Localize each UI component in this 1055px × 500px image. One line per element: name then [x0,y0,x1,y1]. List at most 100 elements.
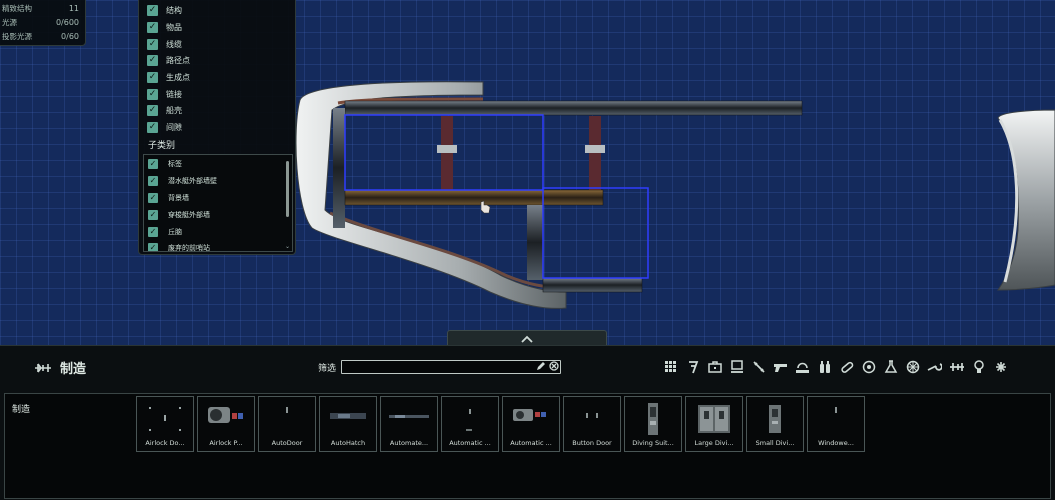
subcategory-list[interactable]: ✓ 标签 ✓ 潜水艇外部墙壁 ✓ 背景墙 ✓ 穿梭艇外部墙 ✓ 丘脑 ✓ 废弃的前哨站 ⌄ [143,154,293,252]
category-heading: 制造 [34,358,86,377]
floor-beam [344,189,604,206]
layer-toggle-links[interactable]: ✓ 链接 [147,86,182,102]
flask-icon[interactable] [882,358,899,375]
checkbox-icon[interactable]: ✓ [148,210,158,220]
entity-panel: 制造 筛选 制造 Airlock Do... Airlock P... Auto… [0,345,1055,500]
layer-toggle-structures[interactable]: ✓ 结构 [147,2,182,18]
automatic-pump-thumbnail [513,409,546,421]
clear-icon[interactable] [549,361,559,371]
wrench-icon[interactable] [926,358,943,375]
diving-helmet-icon[interactable] [794,358,811,375]
subcategory-toggle[interactable]: ✓ 废弃的前哨站 [148,240,210,251]
editor-viewport[interactable]: 精致结构 11 光源 0/600 投影光源 0/60 ✓ 结构 ✓ 物品 ✓ 线缆 ✓… [0,0,1055,345]
subcategory-toggle[interactable]: ✓ 背景墙 [148,190,189,206]
entity-tile-windowed[interactable]: Windowe... [807,396,865,452]
left-frame [333,108,345,228]
checkbox-icon[interactable]: ✓ [147,4,158,16]
subcategory-toggle[interactable]: ✓ 潜水艇外部墙壁 [148,173,217,189]
pillar-left-cap [437,145,457,153]
large-divider-thumbnail [698,405,730,433]
button-door-thumbnail [586,413,598,418]
windowed-thumbnail [835,407,837,413]
filter-tools [536,361,559,371]
checkbox-icon[interactable]: ✓ [147,121,158,133]
entity-list[interactable]: 制造 Airlock Do... Airlock P... AutoDoor A… [4,393,1051,499]
checkbox-icon[interactable]: ✓ [148,176,158,186]
syringe-icon[interactable] [750,358,767,375]
layer-toggle-gaps[interactable]: ✓ 间隙 [147,119,182,135]
layer-toggle-wires[interactable]: ✓ 线缆 [147,36,182,52]
gun-icon[interactable] [772,358,789,375]
hook-icon[interactable] [684,358,701,375]
automated-thumbnail [389,415,429,418]
airlock-door-thumbnail [149,407,181,431]
autodoor-thumbnail [286,407,288,413]
checkbox-icon[interactable]: ✓ [148,193,158,203]
entity-tile-automatic-2[interactable]: Automatic ... [502,396,560,452]
entity-tile-button-door[interactable]: Button Door [563,396,621,452]
fabricator-icon [35,363,51,372]
subcategory-toggle[interactable]: ✓ 丘脑 [148,224,182,240]
entity-tile-automatic-1[interactable]: Automatic ... [441,396,499,452]
category-filter-bar [662,358,1009,375]
automatic-thumbnail [466,409,472,431]
pillar-right-cap [585,145,605,153]
target-icon[interactable] [860,358,877,375]
checkbox-icon[interactable]: ✓ [147,104,158,116]
stat-row-structures: 精致结构 11 [2,4,79,13]
grid-icon[interactable] [662,358,679,375]
entity-tile-airlock-door[interactable]: Airlock Do... [136,396,194,452]
checkbox-icon[interactable]: ✓ [148,227,158,237]
stat-row-shadow-lights: 投影光源 0/60 [2,32,79,41]
layer-visibility-panel: ✓ 结构 ✓ 物品 ✓ 线缆 ✓ 路径点 ✓ 生成点 ✓ 链接 ✓ 船壳 ✓ 间隙 子类别 ✓ 标… [138,0,296,255]
subcategory-toggle[interactable]: ✓ 标签 [148,156,182,172]
subcategory-title: 子类别 [148,141,176,151]
fabricator-icon[interactable] [948,358,965,375]
subcategory-scrollbar[interactable] [286,161,289,217]
top-beam [344,100,803,116]
layer-toggle-hulls[interactable]: ✓ 船壳 [147,102,182,118]
filter-label: 筛选 [318,364,337,374]
capsule-icon[interactable] [838,358,855,375]
checkbox-icon[interactable]: ✓ [147,38,158,50]
entity-tile-large-divider[interactable]: Large Divi... [685,396,743,452]
diving-suit-locker-thumbnail [648,403,658,435]
star-icon[interactable] [992,358,1009,375]
checkbox-icon[interactable]: ✓ [147,21,158,33]
layer-toggle-items[interactable]: ✓ 物品 [147,19,182,35]
entity-tile-autohatch[interactable]: AutoHatch [319,396,377,452]
wheel-icon[interactable] [904,358,921,375]
layer-toggle-waypoints[interactable]: ✓ 路径点 [147,52,190,68]
airlock-pump-thumbnail [208,407,243,423]
checkbox-icon[interactable]: ✓ [148,243,158,251]
layer-toggle-spawnpoints[interactable]: ✓ 生成点 [147,69,190,85]
chevron-up-icon [521,335,533,343]
stats-panel: 精致结构 11 光源 0/600 投影光源 0/60 [0,0,86,46]
checkbox-icon[interactable]: ✓ [148,159,158,169]
checkbox-icon[interactable]: ✓ [147,54,158,66]
pencil-icon[interactable] [536,361,546,371]
lower-support [527,205,543,280]
checkbox-icon[interactable]: ✓ [147,71,158,83]
entity-list-label: 制造 [12,405,31,415]
entity-tile-small-divider[interactable]: Small Divi... [746,396,804,452]
category-title: 制造 [60,362,87,377]
bulb-icon[interactable] [970,358,987,375]
stat-row-lights: 光源 0/600 [2,18,79,27]
small-divider-thumbnail [769,405,781,433]
autohatch-thumbnail [330,413,366,419]
bottles-icon[interactable] [816,358,833,375]
entity-tile-automated-1[interactable]: Automate... [380,396,438,452]
entity-tiles: Airlock Do... Airlock P... AutoDoor Auto… [136,396,865,452]
entity-tile-diving-suit[interactable]: Diving Suit... [624,396,682,452]
entity-tile-autodoor[interactable]: AutoDoor [258,396,316,452]
checkbox-icon[interactable]: ✓ [147,88,158,100]
entity-tile-airlock-pump[interactable]: Airlock P... [197,396,255,452]
chevron-down-icon[interactable]: ⌄ [285,243,290,250]
entity-toolbar: 制造 筛选 [0,346,1055,390]
subcategory-toggle[interactable]: ✓ 穿梭艇外部墙 [148,207,210,223]
monitor-icon[interactable] [728,358,745,375]
briefcase-icon[interactable] [706,358,723,375]
filter-input[interactable] [341,360,561,374]
bottom-beam [542,277,643,293]
